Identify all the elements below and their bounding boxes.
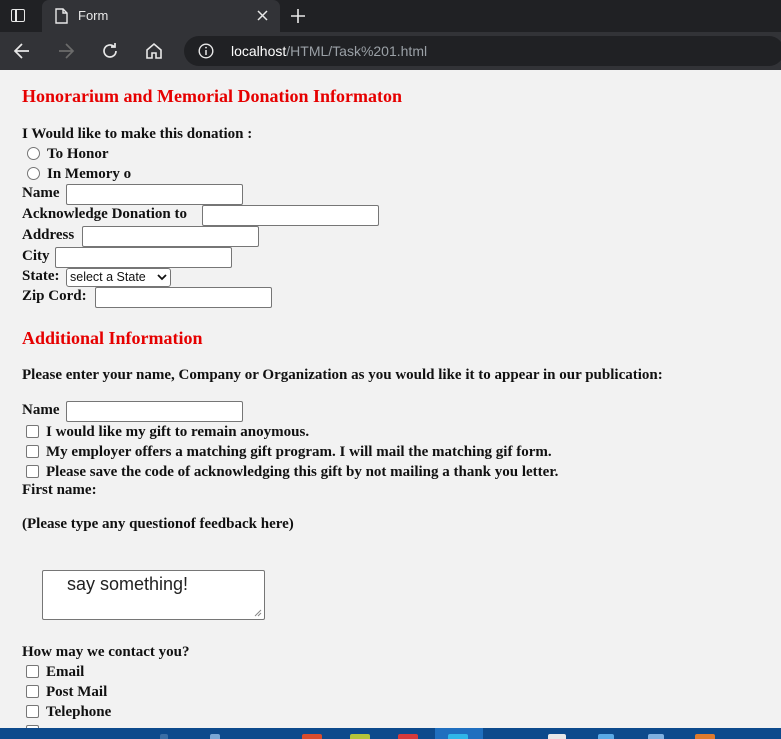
browser-toolbar: localhost/HTML/Task%201.html [0,32,781,70]
info-icon[interactable] [198,43,214,59]
url-path: /HTML/Task%201.html [286,43,428,59]
checkbox-matching-gift[interactable] [26,445,39,458]
name-input[interactable] [66,184,243,205]
browser-tab-bar: Form [0,0,781,32]
form-title: Honorarium and Memorial Donation Informa… [22,86,402,106]
taskbar-app-icon[interactable] [160,734,168,739]
taskbar-app-icon[interactable] [548,734,566,739]
acknowledge-label: Acknowledge Donation to [22,206,188,222]
taskbar-browser-icon[interactable] [448,734,468,739]
tab-title: Form [78,8,109,23]
taskbar [0,728,781,739]
feedback-placeholder: say something! [67,574,189,594]
state-select-value: select a State [70,270,146,284]
additional-title: Additional Information [22,328,203,348]
back-icon[interactable] [12,41,32,61]
zip-label: Zip Cord: [22,288,87,304]
resize-grip-icon[interactable] [254,609,262,617]
checkbox-telephone[interactable] [26,705,39,718]
close-tab-icon[interactable] [257,10,268,21]
checkbox-post-mail[interactable] [26,685,39,698]
page-content: Honorarium and Memorial Donation Informa… [0,70,781,728]
publication-instructions: Please enter your name, Company or Organ… [22,367,663,383]
state-select[interactable]: select a State [66,268,171,287]
url-text: localhost/HTML/Task%201.html [231,43,427,59]
checkbox-label-email: Email [46,664,85,680]
radio-in-memory[interactable] [27,167,40,180]
page-icon [55,8,68,24]
browser-tab[interactable]: Form [42,0,280,32]
state-label: State: [22,268,60,284]
checkbox-label-post-mail: Post Mail [46,684,108,700]
url-host: localhost [231,43,287,59]
radio-label-to-honor: To Honor [47,146,109,162]
taskbar-app-icon[interactable] [648,734,664,739]
address-label: Address [22,227,75,243]
taskbar-app-icon[interactable] [350,734,370,739]
city-label: City [22,248,50,264]
checkbox-label-telephone: Telephone [46,704,112,720]
taskbar-app-icon[interactable] [302,734,322,739]
address-bar[interactable]: localhost/HTML/Task%201.html [184,36,781,66]
name-label: Name [22,185,60,201]
refresh-icon[interactable] [100,41,120,61]
radio-label-in-memory: In Memory o [47,166,132,182]
checkbox-label-no-thank-you: Please save the code of acknowledging th… [46,464,559,480]
window-menu-icon[interactable] [11,9,25,22]
taskbar-app-icon[interactable] [210,734,220,739]
first-name-label: First name: [22,482,97,498]
checkbox-anonymous[interactable] [26,425,39,438]
checkbox-label-anonymous: I would like my gift to remain anoymous. [46,424,310,440]
taskbar-app-icon[interactable] [695,734,715,739]
forward-icon[interactable] [56,41,76,61]
checkbox-email[interactable] [26,665,39,678]
address-input[interactable] [82,226,259,247]
new-tab-icon[interactable] [290,8,306,24]
feedback-prompt: (Please type any questionof feedback her… [22,516,294,532]
publication-name-label: Name [22,402,60,418]
zip-input[interactable] [95,287,272,308]
checkbox-label-matching-gift: My employer offers a matching gift progr… [46,444,552,460]
home-icon[interactable] [144,41,164,61]
taskbar-app-icon[interactable] [398,734,418,739]
feedback-textarea[interactable]: say something! [42,570,265,620]
radio-to-honor[interactable] [27,147,40,160]
checkbox-no-thank-you[interactable] [26,465,39,478]
chevron-down-icon [157,274,167,281]
contact-prompt: How may we contact you? [22,644,190,660]
taskbar-app-icon[interactable] [598,734,614,739]
city-input[interactable] [55,247,232,268]
donation-prompt: I Would like to make this donation : [22,126,253,142]
acknowledge-input[interactable] [202,205,379,226]
publication-name-input[interactable] [66,401,243,422]
